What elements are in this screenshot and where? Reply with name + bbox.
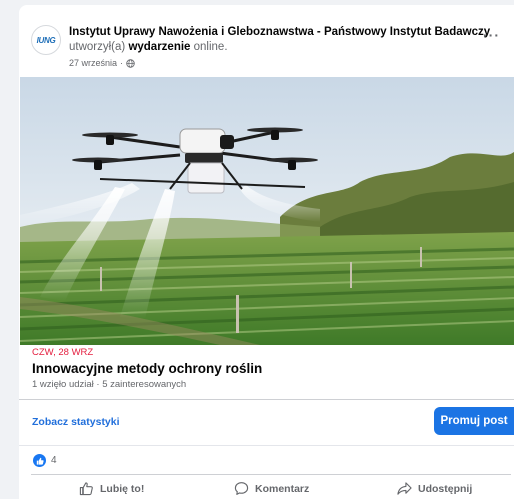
divider xyxy=(19,445,514,446)
avatar-logo-text: IUNG xyxy=(36,35,56,45)
event-date: CZW, 28 WRZ xyxy=(32,347,94,358)
divider xyxy=(19,399,514,400)
like-label: Lubię to! xyxy=(100,482,145,495)
event-cover-image[interactable] xyxy=(20,77,514,345)
divider xyxy=(31,474,511,475)
page-avatar[interactable]: IUNG xyxy=(31,25,61,55)
post-date[interactable]: 27 września xyxy=(69,58,117,68)
event-link[interactable]: wydarzenie xyxy=(128,41,190,53)
like-button[interactable]: Lubię to! xyxy=(79,481,144,496)
reactions-summary[interactable]: 4 xyxy=(33,454,57,467)
speech-bubble-icon xyxy=(234,482,249,495)
thumbs-up-icon xyxy=(79,482,93,496)
comment-button[interactable]: Komentarz xyxy=(234,481,309,496)
post-header: IUNG Instytut Uprawy Nawożenia i Glebozn… xyxy=(19,5,514,77)
action-prefix: utworzył(a) xyxy=(69,41,129,53)
event-attendance: 1 wzięło udział · 5 zainteresowanych xyxy=(32,379,187,390)
action-suffix: online. xyxy=(190,41,228,53)
share-label: Udostępnij xyxy=(418,482,473,495)
share-arrow-icon xyxy=(397,482,412,495)
reaction-count: 4 xyxy=(51,455,57,466)
event-title[interactable]: Innowacyjne metody ochrony roślin xyxy=(32,361,262,376)
post-action-line: utworzył(a) wydarzenie online. xyxy=(69,41,228,53)
like-reaction-icon xyxy=(33,454,46,467)
post-meta: 27 września · xyxy=(69,58,135,68)
drone-field-illustration xyxy=(20,77,514,345)
more-options-icon[interactable]: ··· xyxy=(483,27,500,43)
share-button[interactable]: Udostępnij xyxy=(397,481,472,496)
view-insights-link[interactable]: Zobacz statystyki xyxy=(32,416,120,428)
comment-label: Komentarz xyxy=(255,482,310,495)
post-card: IUNG Instytut Uprawy Nawożenia i Glebozn… xyxy=(19,5,514,499)
meta-separator: · xyxy=(120,58,124,68)
promote-post-button[interactable]: Promuj post xyxy=(434,407,514,435)
globe-icon xyxy=(126,58,135,68)
page-name-link[interactable]: Instytut Uprawy Nawożenia i Gleboznawstw… xyxy=(69,26,490,38)
